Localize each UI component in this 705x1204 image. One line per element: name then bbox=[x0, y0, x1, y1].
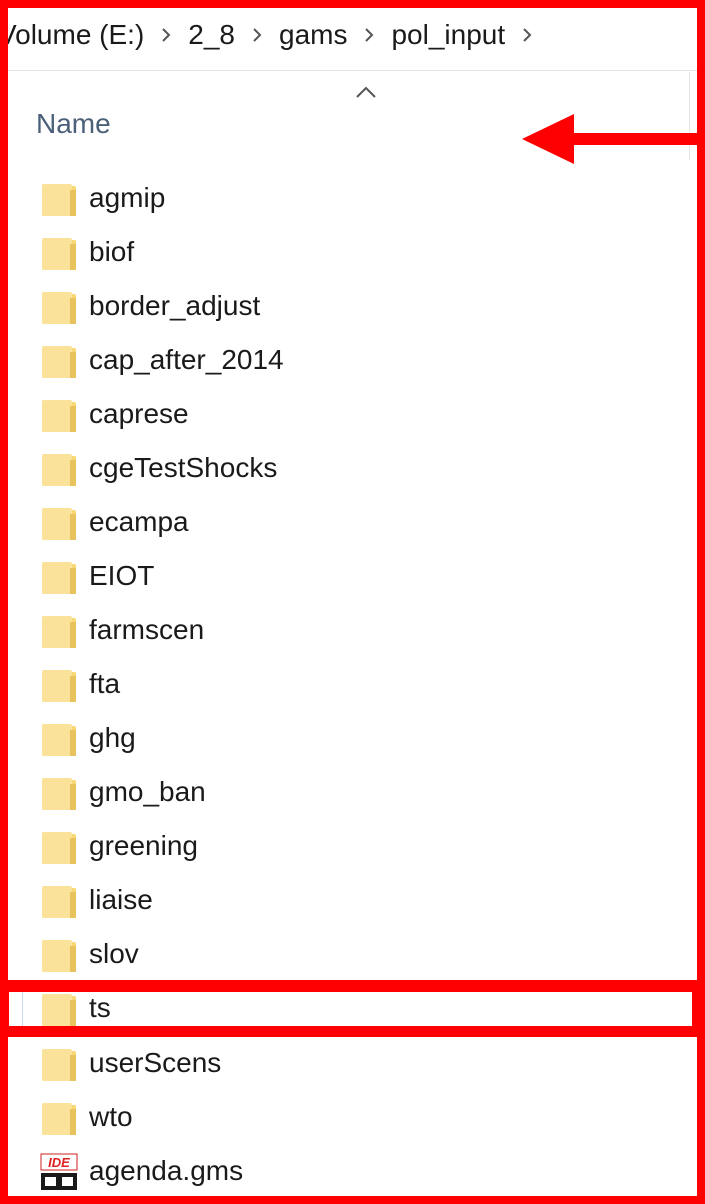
file-name-label: gmo_ban bbox=[89, 776, 206, 807]
name-column-label: Name bbox=[36, 108, 111, 139]
folder-item[interactable]: cap_after_2014 bbox=[14, 334, 690, 388]
folder-icon bbox=[40, 558, 78, 596]
folder-item[interactable]: cgeTestShocks bbox=[14, 442, 690, 496]
folder-icon bbox=[40, 990, 78, 1028]
folder-item[interactable]: ecampa bbox=[14, 496, 690, 550]
folder-icon bbox=[40, 936, 78, 974]
folder-item[interactable]: ts bbox=[14, 982, 690, 1037]
folder-icon bbox=[40, 288, 78, 326]
folder-item[interactable]: wto bbox=[14, 1091, 690, 1145]
file-name-label: farmscen bbox=[89, 614, 205, 645]
file-name-label: ts bbox=[89, 992, 111, 1023]
gams-ide-icon: IDE bbox=[40, 1153, 78, 1191]
annotation-arrow-icon bbox=[522, 114, 702, 164]
folder-item[interactable]: farmscen bbox=[14, 604, 690, 658]
folder-icon bbox=[40, 1045, 78, 1083]
file-name-label: greening bbox=[89, 830, 198, 861]
file-name-label: border_adjust bbox=[89, 290, 261, 321]
breadcrumb-gams[interactable]: gams bbox=[271, 19, 355, 51]
folder-icon bbox=[40, 774, 78, 812]
breadcrumb-2-8[interactable]: 2_8 bbox=[180, 19, 243, 51]
folder-icon bbox=[40, 180, 78, 218]
sort-ascending-icon bbox=[356, 86, 376, 98]
chevron-right-icon[interactable] bbox=[243, 21, 271, 49]
chevron-right-icon[interactable] bbox=[355, 21, 383, 49]
folder-icon bbox=[40, 612, 78, 650]
folder-item[interactable]: fta bbox=[14, 658, 690, 712]
folder-item[interactable]: biof bbox=[14, 226, 690, 280]
breadcrumb-pol-input[interactable]: pol_input bbox=[383, 19, 513, 51]
breadcrumb-volume[interactable]: Volume (E:) bbox=[0, 19, 152, 51]
folder-item[interactable]: caprese bbox=[14, 388, 690, 442]
file-name-label: slov bbox=[89, 938, 139, 969]
file-name-label: agenda.gms bbox=[89, 1155, 244, 1186]
file-name-label: fta bbox=[89, 668, 121, 699]
file-name-label: ghg bbox=[89, 722, 136, 753]
file-name-label: agmip bbox=[89, 182, 166, 213]
folder-item[interactable]: border_adjust bbox=[14, 280, 690, 334]
folder-icon bbox=[40, 450, 78, 488]
file-name-label: liaise bbox=[89, 884, 153, 915]
folder-item[interactable]: slov bbox=[14, 928, 690, 982]
chevron-right-icon[interactable] bbox=[513, 21, 541, 49]
file-name-label: ecampa bbox=[89, 506, 189, 537]
file-item[interactable]: IDE agenda.gms bbox=[14, 1145, 690, 1199]
folder-item[interactable]: gmo_ban bbox=[14, 766, 690, 820]
folder-icon bbox=[40, 396, 78, 434]
file-name-label: caprese bbox=[89, 398, 189, 429]
folder-icon bbox=[40, 1099, 78, 1137]
folder-icon bbox=[40, 720, 78, 758]
file-name-label: wto bbox=[89, 1101, 133, 1132]
folder-icon bbox=[40, 882, 78, 920]
folder-item[interactable]: liaise bbox=[14, 874, 690, 928]
svg-text:IDE: IDE bbox=[48, 1155, 70, 1170]
folder-item[interactable]: ghg bbox=[14, 712, 690, 766]
folder-item[interactable]: userScens bbox=[14, 1037, 690, 1091]
file-list: agmip biof border_adjust cap_after_2014capr… bbox=[14, 172, 690, 1199]
folder-icon bbox=[40, 342, 78, 380]
folder-icon bbox=[40, 504, 78, 542]
folder-icon bbox=[40, 234, 78, 272]
file-name-label: biof bbox=[89, 236, 135, 267]
address-breadcrumb: Volume (E:) 2_8 gams pol_input bbox=[0, 0, 705, 71]
folder-icon bbox=[40, 666, 78, 704]
file-name-label: cap_after_2014 bbox=[89, 344, 284, 375]
file-name-label: EIOT bbox=[89, 560, 155, 591]
folder-item[interactable]: EIOT bbox=[14, 550, 690, 604]
chevron-right-icon[interactable] bbox=[152, 21, 180, 49]
folder-item[interactable]: agmip bbox=[14, 172, 690, 226]
folder-icon bbox=[40, 828, 78, 866]
file-name-label: userScens bbox=[89, 1047, 222, 1078]
file-name-label: cgeTestShocks bbox=[89, 452, 278, 483]
folder-item[interactable]: greening bbox=[14, 820, 690, 874]
